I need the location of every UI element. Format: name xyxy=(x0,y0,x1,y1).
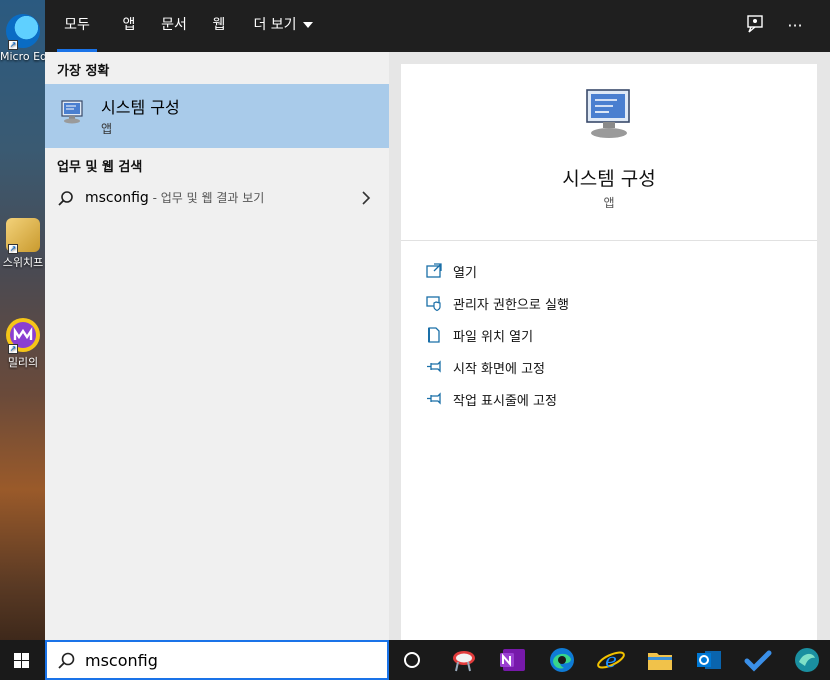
feedback-icon[interactable] xyxy=(743,14,767,38)
outlook-icon[interactable] xyxy=(693,644,725,676)
tab-more[interactable]: 더 보기 xyxy=(249,0,317,52)
chevron-down-icon xyxy=(302,22,313,28)
web-search-header: 업무 및 웹 검색 xyxy=(57,160,143,175)
millie-icon: ↗ xyxy=(6,318,40,354)
tab-web[interactable]: 웹 xyxy=(207,0,231,52)
svg-text:e: e xyxy=(605,648,617,672)
scope-tabs-bar: 모두 앱 문서 웹 더 보기 ··· xyxy=(45,0,830,52)
folder-icon: ↗ xyxy=(6,218,40,254)
cortana-icon[interactable] xyxy=(396,644,428,676)
tab-all[interactable]: 모두 xyxy=(57,0,97,52)
app-icon[interactable] xyxy=(791,644,823,676)
windows-logo-icon xyxy=(14,653,29,668)
taskbar-search-box[interactable] xyxy=(45,640,389,680)
desktop-icon-folder[interactable]: ↗ 스위치프 xyxy=(0,218,46,270)
results-pane: 가장 정확 시스템 구성 앱 업무 및 웹 검색 msconfig - 업무 및… xyxy=(45,52,389,640)
desktop-icon-millie[interactable]: ↗ 밀리의 xyxy=(0,318,46,370)
search-icon xyxy=(57,651,77,671)
start-button[interactable] xyxy=(0,640,45,680)
snip-icon[interactable] xyxy=(448,644,480,676)
search-flyout: 모두 앱 문서 웹 더 보기 ··· 가장 정확 시스템 구성 앱 업무 및 웹… xyxy=(45,0,830,640)
web-hint: - 업무 및 웹 결과 보기 xyxy=(148,191,265,205)
chevron-right-icon[interactable] xyxy=(361,190,371,206)
best-match-subtitle: 앱 xyxy=(101,122,113,136)
file-explorer-icon[interactable] xyxy=(644,644,676,676)
tab-documents[interactable]: 문서 xyxy=(155,0,193,52)
open-icon xyxy=(425,262,443,280)
pin-icon xyxy=(425,390,443,408)
more-options-icon[interactable]: ··· xyxy=(783,14,807,38)
system-configuration-icon xyxy=(59,98,87,126)
taskbar: e xyxy=(0,640,830,680)
search-input[interactable] xyxy=(85,648,365,672)
file-location-icon xyxy=(425,326,443,344)
web-query: msconfig xyxy=(85,190,149,206)
divider xyxy=(401,240,817,241)
best-match-title: 시스템 구성 xyxy=(101,98,180,117)
best-match-result[interactable]: 시스템 구성 앱 xyxy=(45,84,389,148)
todo-icon[interactable] xyxy=(742,644,774,676)
app-title: 시스템 구성 xyxy=(562,168,656,190)
tab-apps[interactable]: 앱 xyxy=(115,0,143,52)
ie-icon[interactable]: e xyxy=(595,644,627,676)
onenote-icon[interactable] xyxy=(497,644,529,676)
app-subtitle: 앱 xyxy=(603,196,615,210)
system-configuration-large-icon xyxy=(581,86,637,142)
web-search-result[interactable]: msconfig - 업무 및 웹 결과 보기 xyxy=(45,184,389,214)
preview-pane: 시스템 구성 앱 열기 관리자 권한으로 실행 파일 위치 열기 시작 화면에 … xyxy=(401,64,817,640)
best-match-header: 가장 정확 xyxy=(57,64,110,79)
pin-icon xyxy=(425,358,443,376)
edge-icon: ↗ xyxy=(6,14,40,50)
desktop-icon-edge[interactable]: ↗ Micro Ed xyxy=(0,14,46,63)
search-icon xyxy=(57,190,75,208)
shield-icon xyxy=(425,294,443,312)
edge-icon[interactable] xyxy=(546,644,578,676)
